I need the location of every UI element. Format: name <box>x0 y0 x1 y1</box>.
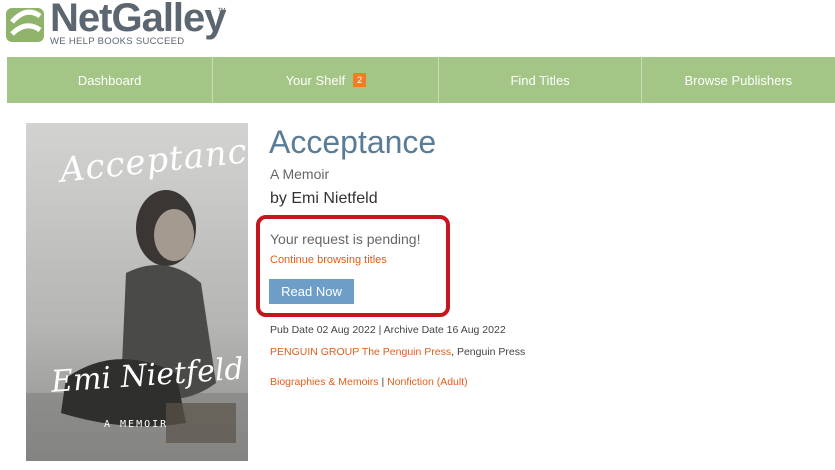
category-separator: | <box>378 376 388 388</box>
nav-item-label: Your Shelf <box>285 72 346 88</box>
category-list: Biographies & Memoirs | Nonfiction (Adul… <box>270 376 468 388</box>
nav-item-dashboard[interactable]: Dashboard <box>7 57 214 103</box>
category-link-biographies[interactable]: Biographies & Memoirs <box>270 376 379 388</box>
logo-name: NetGalley <box>50 0 227 40</box>
book-cover[interactable]: Acceptance Emi Nietfeld A MEMOIR <box>26 123 248 461</box>
book-author: by Emi Nietfeld <box>270 190 378 207</box>
logo-tagline: WE HELP BOOKS SUCCEED <box>50 36 185 47</box>
nav-item-label: Find Titles <box>510 72 570 88</box>
nav-item-label: Browse Publishers <box>684 72 793 88</box>
main-nav: Dashboard Your Shelf 2 Find Titles Brows… <box>7 57 835 103</box>
book-subtitle: A Memoir <box>270 166 330 182</box>
nav-item-browse-publishers[interactable]: Browse Publishers <box>642 57 835 103</box>
cover-subtitle: A MEMOIR <box>104 419 169 430</box>
book-title: Acceptance <box>269 124 437 160</box>
netgalley-logo-icon <box>6 8 44 42</box>
continue-browsing-link[interactable]: Continue browsing titles <box>270 254 387 266</box>
publisher-line: PENGUIN GROUP The Penguin Press, Penguin… <box>270 346 525 358</box>
pub-archive-dates: Pub Date 02 Aug 2022 | Archive Date 16 A… <box>270 324 506 336</box>
request-status: Your request is pending! <box>270 231 421 247</box>
nav-item-find-titles[interactable]: Find Titles <box>439 57 642 103</box>
nav-item-your-shelf[interactable]: Your Shelf 2 <box>213 57 440 103</box>
shelf-count-badge: 2 <box>353 73 367 87</box>
publisher-link[interactable]: PENGUIN GROUP The Penguin Press <box>270 346 451 358</box>
category-link-nonfiction[interactable]: Nonfiction (Adult) <box>387 376 468 388</box>
netgalley-logo[interactable]: NetGalley ™ WE HELP BOOKS SUCCEED <box>4 0 234 50</box>
logo-trademark: ™ <box>217 6 226 16</box>
imprint-name: Penguin Press <box>456 346 526 358</box>
nav-item-label: Dashboard <box>77 72 142 88</box>
read-now-button[interactable]: Read Now <box>269 279 354 304</box>
